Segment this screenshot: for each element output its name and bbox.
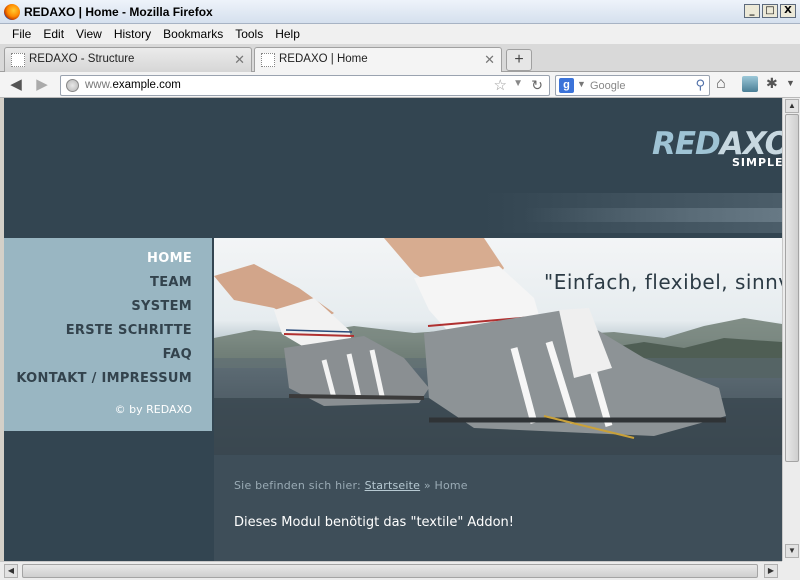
sidebar-lower-area [4, 431, 212, 561]
vertical-scroll-thumb[interactable] [785, 114, 799, 462]
minimize-button[interactable]: _ [744, 4, 760, 18]
hero-banner: "Einfach, flexibel, sinnv [214, 238, 782, 455]
globe-icon [66, 79, 79, 92]
scrollbar-corner [782, 561, 800, 580]
breadcrumb-prefix: Sie befinden sich hier: [234, 479, 361, 492]
page-viewport: REDAXO SIMPLE I HOME TEAM SYSTEM ERSTE S… [4, 98, 782, 561]
banner-quote: "Einfach, flexibel, sinnv [544, 270, 782, 294]
content-message: Dieses Modul benötigt das "textile" Addo… [234, 515, 515, 530]
menu-tools[interactable]: Tools [229, 24, 269, 44]
breadcrumb: Sie befinden sich hier: Startseite » Hom… [234, 479, 468, 492]
back-arrow-icon[interactable]: ◀ [6, 76, 26, 94]
page-favicon-icon [11, 53, 25, 67]
logo-red-part: RED [652, 126, 721, 162]
tab-strip: REDAXO - Structure ✕ REDAXO | Home ✕ + [0, 44, 800, 73]
site-navigation: HOME TEAM SYSTEM ERSTE SCHRITTE FAQ KONT… [4, 238, 212, 395]
search-magnifier-icon[interactable]: ⚲ [695, 77, 705, 93]
tab-close-icon[interactable]: ✕ [234, 52, 245, 68]
main-content: Sie befinden sich hier: Startseite » Hom… [214, 455, 782, 561]
page-favicon-icon [261, 53, 275, 67]
menu-view[interactable]: View [70, 24, 108, 44]
scroll-down-arrow-icon[interactable]: ▼ [785, 544, 799, 558]
search-engine-dropdown-icon[interactable]: ▼ [577, 79, 586, 89]
nav-item-home[interactable]: HOME [4, 251, 212, 275]
breadcrumb-separator: » [423, 479, 431, 492]
logo-slogan: SIMPLE I [732, 156, 782, 169]
site-sidebar: HOME TEAM SYSTEM ERSTE SCHRITTE FAQ KONT… [4, 238, 212, 431]
tab-label: REDAXO - Structure [29, 53, 135, 65]
window-title: REDAXO | Home - Mozilla Firefox [24, 5, 213, 19]
nav-item-system[interactable]: SYSTEM [4, 299, 212, 323]
window-controls: _ □ X [744, 4, 796, 18]
close-window-button[interactable]: X [780, 4, 796, 18]
window-titlebar: REDAXO | Home - Mozilla Firefox _ □ X [0, 0, 800, 24]
url-bar[interactable]: www.example.com ☆ ▼ ↻ [60, 75, 550, 96]
nav-item-erste-schritte[interactable]: ERSTE SCHRITTE [4, 323, 212, 347]
tab-label: REDAXO | Home [279, 53, 368, 65]
tools-dropdown-icon[interactable]: ▼ [786, 78, 795, 88]
menu-bookmarks[interactable]: Bookmarks [157, 24, 229, 44]
nav-item-faq[interactable]: FAQ [4, 347, 212, 371]
vertical-scrollbar[interactable]: ▲ ▼ [782, 98, 800, 561]
copyright-text: © by REDAXO [114, 403, 192, 416]
menu-bar: File Edit View History Bookmarks Tools H… [0, 24, 800, 44]
horizontal-scrollbar[interactable]: ◀ ▶ [0, 561, 782, 580]
menu-help[interactable]: Help [269, 24, 306, 44]
url-history-dropdown-icon[interactable]: ▼ [513, 78, 523, 89]
google-engine-icon[interactable]: g [559, 78, 574, 93]
forward-arrow-icon[interactable]: ▶ [32, 76, 52, 94]
menu-edit[interactable]: Edit [37, 24, 70, 44]
scroll-left-arrow-icon[interactable]: ◀ [4, 564, 18, 578]
menu-history[interactable]: History [108, 24, 157, 44]
header-glow-decoration [524, 208, 782, 222]
nav-item-team[interactable]: TEAM [4, 275, 212, 299]
menu-file[interactable]: File [6, 24, 37, 44]
scroll-up-arrow-icon[interactable]: ▲ [785, 99, 799, 113]
site-header: REDAXO SIMPLE I [4, 98, 782, 238]
maximize-button[interactable]: □ [762, 4, 778, 18]
firefox-logo-icon [4, 4, 20, 20]
tab-close-icon[interactable]: ✕ [484, 52, 495, 68]
persona-avatar-icon[interactable] [742, 76, 758, 92]
breadcrumb-link-startseite[interactable]: Startseite [365, 479, 421, 492]
url-domain: example.com [112, 79, 181, 91]
breadcrumb-current: Home [434, 479, 468, 492]
reload-icon[interactable]: ↻ [531, 77, 543, 94]
search-placeholder[interactable]: Google [590, 80, 625, 92]
search-bar[interactable]: g ▼ Google ⚲ [555, 75, 710, 96]
nav-item-kontakt-impressum[interactable]: KONTAKT / IMPRESSUM [4, 371, 212, 395]
url-prefix: www. [85, 79, 113, 91]
horizontal-scroll-thumb[interactable] [22, 564, 758, 578]
tab-redaxo-structure[interactable]: REDAXO - Structure ✕ [4, 47, 252, 72]
url-text[interactable]: www.example.com [85, 79, 181, 91]
tools-gear-icon[interactable]: ✱ [766, 75, 778, 92]
new-tab-button[interactable]: + [506, 49, 532, 71]
scroll-right-arrow-icon[interactable]: ▶ [764, 564, 778, 578]
tab-redaxo-home[interactable]: REDAXO | Home ✕ [254, 47, 502, 73]
navigation-toolbar: ◀ ▶ www.example.com ☆ ▼ ↻ g ▼ Google ⚲ ⌂… [0, 72, 800, 98]
bookmark-star-icon[interactable]: ☆ [494, 76, 507, 94]
home-icon[interactable]: ⌂ [716, 75, 726, 93]
